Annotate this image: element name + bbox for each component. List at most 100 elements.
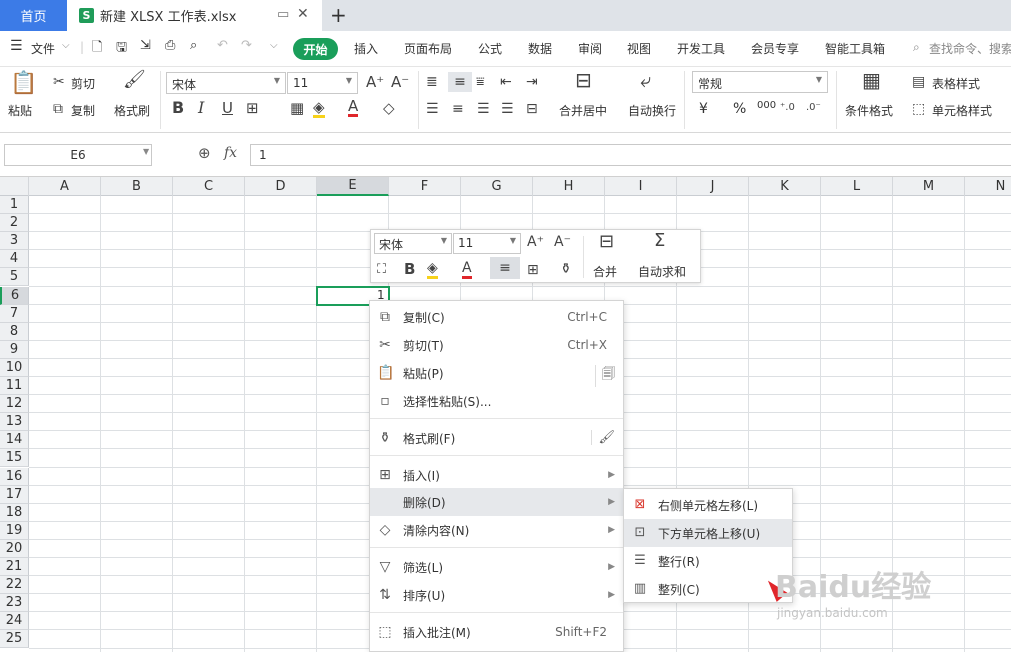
menu-item-paste-special[interactable]: ▫ 选择性粘贴(S)...: [370, 387, 623, 415]
decimal-decrease-icon[interactable]: .0⁻: [806, 100, 821, 116]
print-preview-icon[interactable]: ⌕: [190, 38, 197, 53]
distribute-icon[interactable]: ⊟: [526, 101, 538, 117]
file-menu[interactable]: 文件: [31, 40, 55, 57]
hamburger-icon[interactable]: ☰: [10, 38, 23, 54]
select-icon[interactable]: ⛶: [377, 262, 386, 278]
menu-item-format-painter[interactable]: ⚱ 格式刷(F) 🖌: [370, 424, 623, 452]
column-header[interactable]: C: [173, 177, 245, 196]
underline-icon[interactable]: U: [222, 100, 233, 116]
mini-autosum-button[interactable]: 自动求和: [638, 263, 686, 280]
number-format-select[interactable]: 常规 ▼: [692, 71, 828, 93]
menu-review[interactable]: 审阅: [578, 40, 602, 57]
column-header[interactable]: F: [389, 177, 461, 196]
wrap-text-button[interactable]: 自动换行: [628, 102, 676, 119]
format-painter-icon[interactable]: ⚱: [560, 261, 572, 277]
border-icon[interactable]: ⊞: [527, 262, 539, 278]
decimal-increase-icon[interactable]: ⁺.0: [780, 100, 795, 116]
align-top-icon[interactable]: ≣: [426, 74, 438, 90]
row-header[interactable]: 17: [0, 485, 29, 504]
row-header[interactable]: 9: [0, 340, 29, 359]
bold-icon[interactable]: B: [404, 261, 415, 277]
menu-item-insert-comment[interactable]: ⬚ 插入批注(M) Shift+F2: [370, 618, 623, 646]
indent-decrease-icon[interactable]: ⇤: [500, 74, 512, 90]
menu-formula[interactable]: 公式: [478, 40, 502, 57]
column-header[interactable]: L: [821, 177, 893, 196]
mini-merge-button[interactable]: 合并: [593, 263, 617, 280]
name-box[interactable]: E6: [4, 144, 152, 166]
row-header[interactable]: 16: [0, 467, 29, 486]
row-header[interactable]: 5: [0, 268, 29, 287]
align-middle-icon[interactable]: ≡: [490, 257, 520, 279]
paste-button[interactable]: 粘贴: [8, 102, 32, 119]
menu-developer[interactable]: 开发工具: [677, 40, 725, 57]
menu-data[interactable]: 数据: [528, 40, 552, 57]
menu-smart-toolbox[interactable]: 智能工具箱: [825, 40, 885, 57]
select-all-corner[interactable]: [0, 177, 29, 196]
restore-tab-icon[interactable]: ▭: [277, 7, 289, 22]
row-header[interactable]: 18: [0, 503, 29, 522]
cell-style-icon[interactable]: ⬚: [912, 101, 925, 117]
align-middle-icon[interactable]: ≡: [448, 72, 472, 92]
row-header[interactable]: 22: [0, 576, 29, 595]
paste-icon[interactable]: 📋: [10, 72, 37, 96]
fill-pattern-icon[interactable]: ▦: [290, 100, 304, 116]
row-header[interactable]: 12: [0, 395, 29, 414]
column-header[interactable]: J: [677, 177, 749, 196]
tab-home[interactable]: 首页: [0, 0, 67, 31]
menu-start[interactable]: 开始: [293, 38, 338, 60]
copy-icon[interactable]: ⧉: [53, 101, 63, 117]
clear-format-icon[interactable]: ◇: [383, 100, 395, 116]
merge-icon[interactable]: ⊟: [599, 233, 614, 251]
search-icon[interactable]: ⌕: [913, 40, 920, 55]
sigma-icon[interactable]: Σ: [654, 232, 665, 250]
align-bottom-icon[interactable]: ⩸: [476, 74, 485, 90]
font-grow-icon[interactable]: A⁺: [366, 74, 384, 90]
export-icon[interactable]: ⇲: [140, 38, 151, 53]
print-icon[interactable]: ⎙: [165, 38, 175, 53]
row-header[interactable]: 19: [0, 521, 29, 540]
fill-color-icon[interactable]: ◈: [313, 99, 325, 118]
font-color-icon[interactable]: A: [462, 260, 472, 279]
mini-font-size-select[interactable]: 11 ▼: [453, 233, 521, 254]
chevron-down-icon[interactable]: ▼: [143, 147, 149, 156]
fx-icon[interactable]: fx: [224, 145, 237, 161]
bold-icon[interactable]: B: [172, 100, 184, 116]
close-tab-icon[interactable]: ✕: [297, 6, 309, 22]
font-shrink-icon[interactable]: A⁻: [554, 234, 571, 250]
font-shrink-icon[interactable]: A⁻: [391, 74, 409, 90]
justify-icon[interactable]: ☰: [501, 101, 514, 117]
row-header-active[interactable]: 6: [0, 286, 29, 305]
menu-item-filter[interactable]: ▽ 筛选(L) ▶: [370, 553, 623, 581]
menu-page-layout[interactable]: 页面布局: [404, 40, 452, 57]
new-doc-icon[interactable]: 🗋: [92, 38, 102, 60]
column-header[interactable]: H: [533, 177, 605, 196]
format-painter-icon[interactable]: 🖌: [123, 71, 146, 89]
menu-view[interactable]: 视图: [627, 40, 651, 57]
row-header[interactable]: 1: [0, 196, 29, 214]
wrap-text-icon[interactable]: ⤶: [640, 70, 651, 90]
italic-icon[interactable]: I: [198, 100, 204, 116]
align-center-icon[interactable]: ≡: [452, 101, 464, 117]
row-header[interactable]: 8: [0, 322, 29, 341]
row-header[interactable]: 20: [0, 539, 29, 558]
mini-font-name-select[interactable]: 宋体 ▼: [374, 233, 452, 254]
merge-center-button[interactable]: 合并居中: [559, 102, 607, 119]
chevron-down-icon[interactable]: ⌵: [62, 40, 70, 51]
row-header[interactable]: 3: [0, 232, 29, 251]
cell-style-button[interactable]: 单元格样式: [932, 102, 992, 119]
row-header[interactable]: 10: [0, 358, 29, 377]
row-header[interactable]: 2: [0, 214, 29, 233]
paste-values-icon[interactable]: 🗐: [595, 365, 615, 387]
undo-icon[interactable]: ↶: [217, 38, 228, 53]
cut-button[interactable]: 剪切: [71, 75, 95, 92]
menu-item-copy[interactable]: ⧉ 复制(C) Ctrl+C: [370, 303, 623, 331]
table-style-icon[interactable]: ▤: [912, 74, 925, 90]
submenu-shift-up[interactable]: ⊡ 下方单元格上移(U): [624, 519, 792, 547]
merge-center-icon[interactable]: ⊟: [575, 70, 592, 90]
column-header[interactable]: B: [101, 177, 173, 196]
column-header[interactable]: M: [893, 177, 965, 196]
border-icon[interactable]: ⊞: [246, 100, 259, 116]
fill-color-icon[interactable]: ◈: [427, 260, 438, 279]
format-painter-button[interactable]: 格式刷: [114, 102, 150, 119]
column-header[interactable]: K: [749, 177, 821, 196]
